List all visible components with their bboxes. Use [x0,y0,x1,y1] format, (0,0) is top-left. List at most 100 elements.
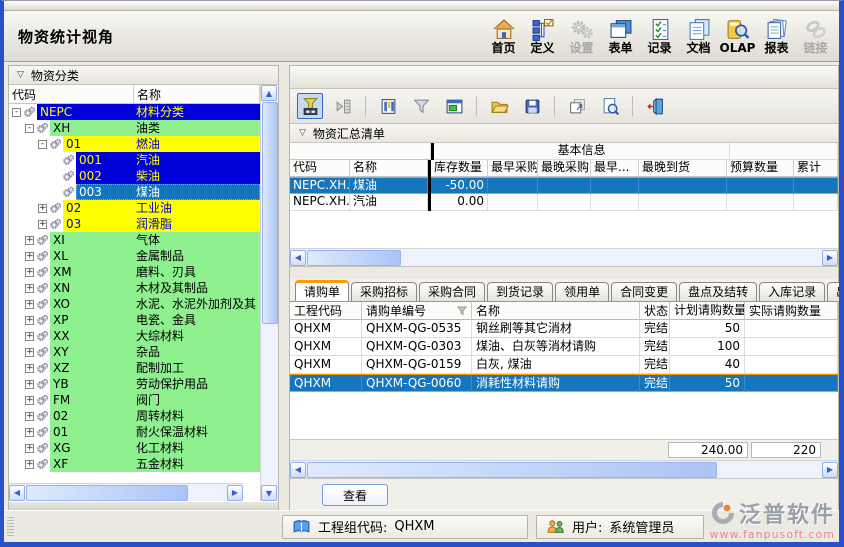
tab[interactable]: 采购合同 [419,282,485,301]
tree-expander-icon[interactable]: + [25,396,34,405]
tree-item[interactable]: - XH 油类 [9,120,260,136]
summary-col-earliest-purchase[interactable]: 最早采购 [488,160,538,177]
toolbar-item-olap[interactable]: OLAP [718,18,757,55]
collapse-arrow-icon[interactable]: ▽ [17,70,24,80]
scroll-left-icon[interactable]: ◀ [290,250,306,266]
tree-item[interactable]: + XZ 配制加工 [9,360,260,376]
tree-item[interactable]: + XO 水泥、水泥外加剂及其 [9,296,260,312]
tree-item[interactable]: + XN 木材及其制品 [9,280,260,296]
scroll-down-icon[interactable]: ▼ [261,485,277,501]
tree-expander-icon[interactable]: - [38,140,47,149]
tree-item[interactable]: + 02 周转材料 [9,408,260,424]
toolbar-item-home[interactable]: 首页 [484,18,523,55]
tree-item[interactable]: + 02 工业油 [9,200,260,216]
exit-button[interactable] [642,93,668,119]
tree-item[interactable]: + 03 润滑脂 [9,216,260,232]
export-button[interactable] [564,93,590,119]
detail-col-project-code[interactable]: 工程代码 [290,302,362,320]
tree-expander-icon[interactable]: + [25,316,34,325]
panel-nav-button[interactable] [330,93,356,119]
tree-item[interactable]: + XP 电瓷、金具 [9,312,260,328]
detail-horizontal-scrollbar[interactable]: ◀ ▶ [290,460,838,478]
tree-expander-icon[interactable]: - [12,108,21,117]
tree-item[interactable]: + XI 气体 [9,232,260,248]
tree-expander-icon[interactable]: - [25,124,34,133]
collapse-arrow-icon[interactable]: ▽ [299,128,306,138]
tree-item[interactable]: + XL 金属制品 [9,248,260,264]
summary-horizontal-scrollbar[interactable]: ◀ ▶ [290,248,838,266]
tab[interactable]: 到货记录 [487,282,553,301]
toolbar-item-record[interactable]: 记录 [640,18,679,55]
scroll-right-icon[interactable]: ▶ [822,462,838,478]
tree-expander-icon[interactable]: + [38,220,47,229]
tab[interactable]: 合同变更 [611,282,677,301]
scrollbar-thumb[interactable] [307,250,401,266]
tree-col-name[interactable]: 名称 [134,85,260,103]
summary-col-latest-arrival[interactable]: 最晚到货 [639,160,727,177]
summary-section-header[interactable]: ▽ 物资汇总清单 [290,124,838,143]
tree-expander-icon[interactable]: + [25,348,34,357]
tree-item[interactable]: + XM 磨料、刃具 [9,264,260,280]
tree-expander-icon[interactable]: + [25,332,34,341]
detail-col-status[interactable]: 状态 [640,302,670,320]
panel-splitter[interactable] [279,65,289,512]
scrollbar-thumb[interactable] [262,102,278,324]
tree-expander-icon[interactable]: + [25,268,34,277]
tree-expander-icon[interactable]: + [25,364,34,373]
summary-table-row[interactable]: NEPC.XH.01. 煤油 -50.00 [290,177,838,194]
tree-expander-icon[interactable]: + [25,284,34,293]
scrollbar-thumb[interactable] [26,485,188,501]
scroll-left-icon[interactable]: ◀ [290,462,306,478]
tab[interactable]: 出库记录 [827,282,844,301]
tree-item[interactable]: 002 柴油 [9,168,260,184]
summary-col-name[interactable]: 名称 [350,160,428,177]
tree-item[interactable]: + XY 杂品 [9,344,260,360]
summary-table-row[interactable]: NEPC.XH.01. 汽油 0.00 [290,194,838,211]
summary-col-code[interactable]: 代码 [290,160,350,177]
summary-col-budget-qty[interactable]: 预算数量 [727,160,794,177]
save-button[interactable] [519,93,545,119]
open-button[interactable] [486,93,512,119]
tree-expander-icon[interactable]: + [25,428,34,437]
requisition-row[interactable]: QHXM QHXM-QG-0303 煤油、白灰等消材请购 完结 100 [290,338,838,356]
toolbar-item-report[interactable]: 报表 [757,18,796,55]
tree-expander-icon[interactable]: + [25,444,34,453]
tree-item[interactable]: + FM 阀门 [9,392,260,408]
tree-item[interactable]: + YB 劳动保护用品 [9,376,260,392]
summary-col-cumulative[interactable]: 累计 [794,160,838,177]
tree-expander-icon[interactable]: + [38,204,47,213]
tree-item[interactable]: - NEPC 材料分类 [9,104,260,120]
sort-filter-icon[interactable] [457,306,467,316]
scroll-left-icon[interactable]: ◀ [9,485,25,501]
tab[interactable]: 入库记录 [759,282,825,301]
detail-col-requisition-number[interactable]: 请购单编号 [362,302,472,320]
columns-button[interactable] [375,93,401,119]
tab[interactable]: 盘点及结转 [679,282,757,301]
form-view-button[interactable] [441,93,467,119]
preview-button[interactable] [597,93,623,119]
statusbar-grip[interactable] [7,517,14,537]
tree-expander-icon[interactable]: + [25,380,34,389]
view-button[interactable]: 查看 [322,484,388,506]
tree-item[interactable]: 003 煤油 [9,184,260,200]
summary-col-latest-purchase[interactable]: 最晚采购 [538,160,591,177]
tab[interactable]: 采购招标 [351,282,417,301]
tree-item[interactable]: 001 汽油 [9,152,260,168]
tree-item[interactable]: + XF 五金材料 [9,456,260,472]
requisition-row[interactable]: QHXM QHXM-QG-0159 白灰, 煤油 完结 40 [290,356,838,374]
tree-item[interactable]: - 01 燃油 [9,136,260,152]
scroll-right-icon[interactable]: ▶ [822,250,838,266]
tree-expander-icon[interactable]: + [25,252,34,261]
toolbar-item-define[interactable]: 定义 [523,18,562,55]
tab[interactable]: 请购单 [295,280,349,301]
tree-horizontal-scrollbar[interactable]: ◀ ▶ [9,483,243,501]
tree-expander-icon[interactable]: + [25,236,34,245]
tree-vertical-scrollbar[interactable]: ▲ ▼ [260,85,278,501]
tree-panel-header[interactable]: ▽ 物资分类 [9,66,278,85]
detail-col-planned-qty[interactable]: 计划请购数量 [670,302,745,320]
toolbar-item-document[interactable]: 文档 [679,18,718,55]
filter-button[interactable] [408,93,434,119]
tree-item[interactable]: + 01 耐火保温材料 [9,424,260,440]
tree-item[interactable]: + XG 化工材料 [9,440,260,456]
requisition-row[interactable]: QHXM QHXM-QG-0535 钢丝刷等其它消材 完结 50 [290,320,838,338]
